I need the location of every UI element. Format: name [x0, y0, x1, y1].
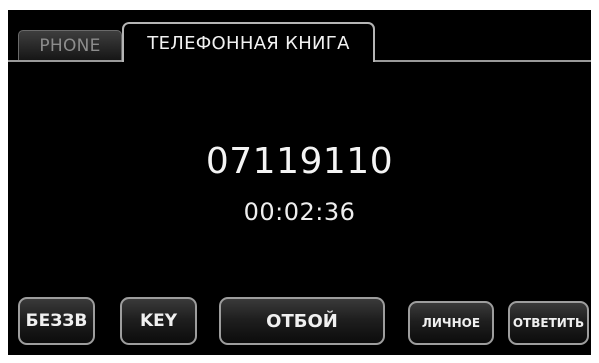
mute-button[interactable]: БЕЗЗВ [18, 297, 95, 345]
call-number: 07119110 [205, 141, 394, 182]
end-call-button-label: ОТБОЙ [266, 310, 338, 332]
mute-button-label: БЕЗЗВ [25, 311, 88, 331]
tab-phonebook-label: ТЕЛЕФОННАЯ КНИГА [147, 32, 350, 54]
tab-phone[interactable]: PHONE [18, 30, 122, 60]
end-call-button[interactable]: ОТБОЙ [219, 297, 385, 345]
tab-divider-right [373, 60, 591, 62]
phone-screen: PHONE ТЕЛЕФОННАЯ КНИГА 07119110 00:02:36… [8, 10, 591, 355]
private-button[interactable]: ЛИЧНОЕ [408, 301, 494, 345]
keypad-button[interactable]: KEY [120, 297, 197, 345]
keypad-button-label: KEY [139, 311, 178, 331]
tab-phonebook[interactable]: ТЕЛЕФОННАЯ КНИГА [122, 22, 375, 62]
private-button-label: ЛИЧНОЕ [421, 316, 481, 330]
answer-button[interactable]: ОТВЕТИТЬ [508, 301, 589, 345]
tab-phone-label: PHONE [39, 35, 101, 56]
tab-divider-left [8, 60, 124, 62]
call-duration: 00:02:36 [243, 198, 356, 226]
answer-button-label: ОТВЕТИТЬ [512, 316, 585, 330]
